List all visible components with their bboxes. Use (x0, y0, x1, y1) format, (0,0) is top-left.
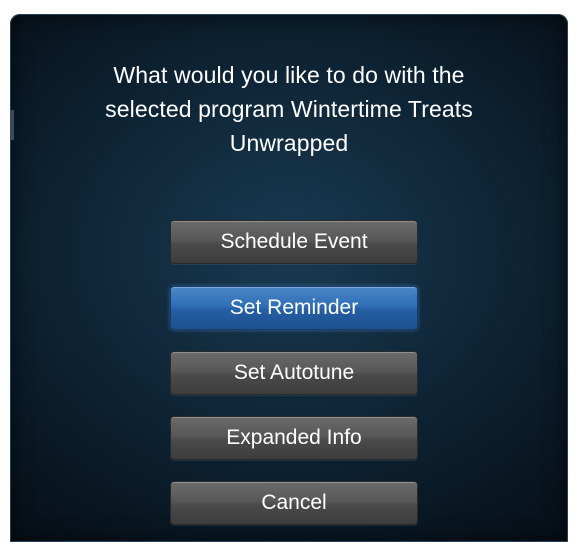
prompt-line-3: Unwrapped (229, 130, 349, 156)
cancel-button[interactable]: Cancel (170, 481, 418, 525)
dialog-prompt: What would you like to do with the selec… (30, 58, 548, 160)
set-reminder-label: Set Reminder (229, 296, 359, 319)
prompt-line-1: What would you like to do with the (113, 62, 465, 88)
expanded-info-label: Expanded Info (226, 426, 362, 449)
schedule-event-label: Schedule Event (220, 230, 368, 253)
cancel-label: Cancel (261, 491, 327, 514)
prompt-line-2: selected program Wintertime Treats (105, 96, 473, 122)
background-edge (10, 110, 14, 140)
set-reminder-button[interactable]: Set Reminder (170, 286, 418, 330)
set-autotune-label: Set Autotune (233, 361, 355, 384)
schedule-event-button[interactable]: Schedule Event (170, 220, 418, 264)
expanded-info-button[interactable]: Expanded Info (170, 416, 418, 460)
program-options-dialog: What would you like to do with the selec… (10, 14, 568, 542)
set-autotune-button[interactable]: Set Autotune (170, 351, 418, 395)
